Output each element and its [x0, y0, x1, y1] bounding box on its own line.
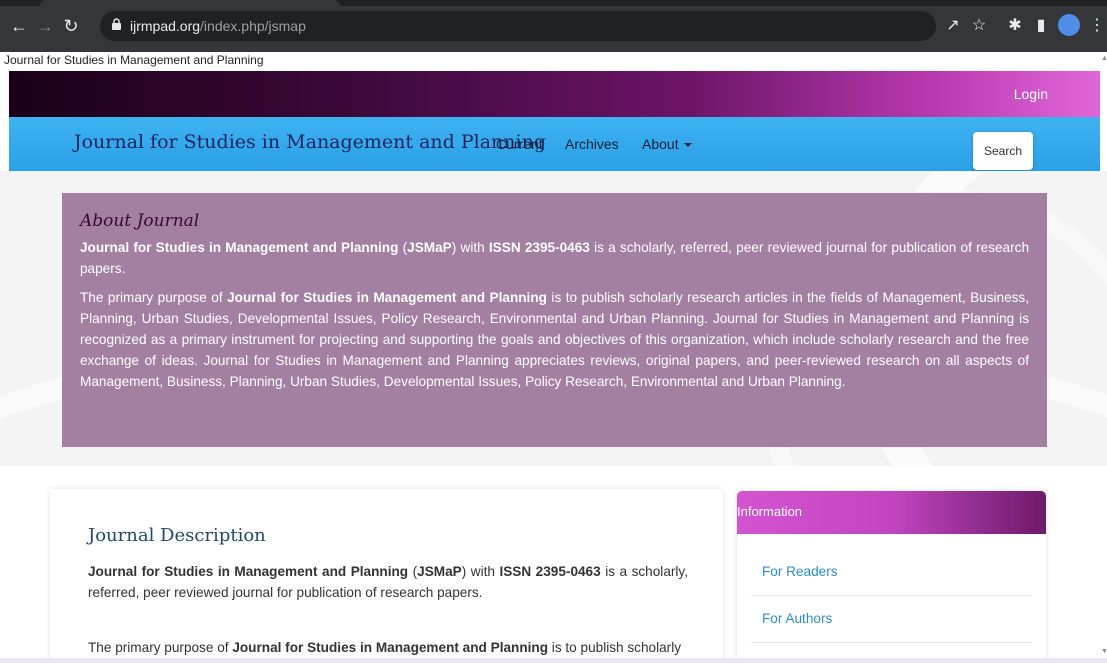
side-panel-icon[interactable]: ▮ [1030, 15, 1052, 37]
extensions-icon[interactable]: ✱ [1004, 15, 1026, 37]
information-heading-label: Information [737, 504, 803, 519]
page-tooltip: Journal for Studies in Management and Pl… [0, 52, 1107, 70]
description-title: Journal Description [88, 525, 266, 546]
nav-archives[interactable]: Archives [565, 136, 619, 152]
browser-toolbar: ← → ↻ ijrmpad.org/index.php/jsmap ↗ ☆ ✱ … [0, 0, 1107, 52]
share-icon[interactable]: ↗ [942, 15, 964, 37]
about-journal-panel: About Journal Journal for Studies in Man… [62, 193, 1047, 447]
search-button[interactable]: Search [973, 132, 1033, 170]
nav-about-label: About [642, 136, 679, 152]
site-brand[interactable]: Journal for Studies in Management and Pl… [74, 131, 546, 153]
address-bar[interactable]: ijrmpad.org/index.php/jsmap [100, 11, 936, 41]
information-heading: Information [737, 491, 1046, 534]
active-tab[interactable] [40, 0, 340, 6]
nav-about[interactable]: About [642, 136, 692, 152]
forward-arrow-icon[interactable]: → [34, 15, 56, 37]
tooltip-text: Journal for Studies in Management and Pl… [4, 53, 264, 67]
description-paragraph-2: The primary purpose of Journal for Studi… [88, 640, 682, 655]
profile-avatar-icon[interactable] [1058, 14, 1080, 36]
about-title: About Journal [80, 211, 200, 231]
back-arrow-icon[interactable]: ← [8, 15, 30, 37]
menu-kebab-icon[interactable]: ⋮ [1086, 15, 1107, 37]
main-navbar: Journal for Studies in Management and Pl… [9, 117, 1100, 171]
about-paragraph-1: Journal for Studies in Management and Pl… [80, 240, 1030, 276]
bookmark-star-icon[interactable]: ☆ [968, 15, 990, 37]
bottom-strip [0, 658, 1107, 663]
lock-icon [112, 18, 121, 30]
about-paragraph-2: The primary purpose of Journal for Studi… [80, 290, 1029, 389]
tab-strip [0, 0, 1107, 6]
nav-current[interactable]: Current [496, 136, 543, 152]
top-bar: Login [9, 71, 1100, 117]
scroll-up-icon[interactable]: ▲ [1101, 55, 1107, 63]
description-paragraph-1: Journal for Studies in Management and Pl… [88, 564, 688, 600]
divider [751, 642, 1032, 643]
link-for-authors[interactable]: For Authors [762, 611, 832, 626]
journal-description-card: Journal Description Journal for Studies … [50, 489, 723, 663]
divider [751, 595, 1032, 596]
information-sidebar: Information For Readers For Authors [737, 491, 1046, 663]
caret-down-icon [683, 143, 692, 148]
login-link[interactable]: Login [1014, 86, 1048, 102]
link-for-readers[interactable]: For Readers [762, 564, 838, 579]
url-text: ijrmpad.org/index.php/jsmap [130, 18, 306, 34]
reload-icon[interactable]: ↻ [60, 15, 82, 37]
scroll-down-icon[interactable]: ▼ [1101, 648, 1107, 656]
